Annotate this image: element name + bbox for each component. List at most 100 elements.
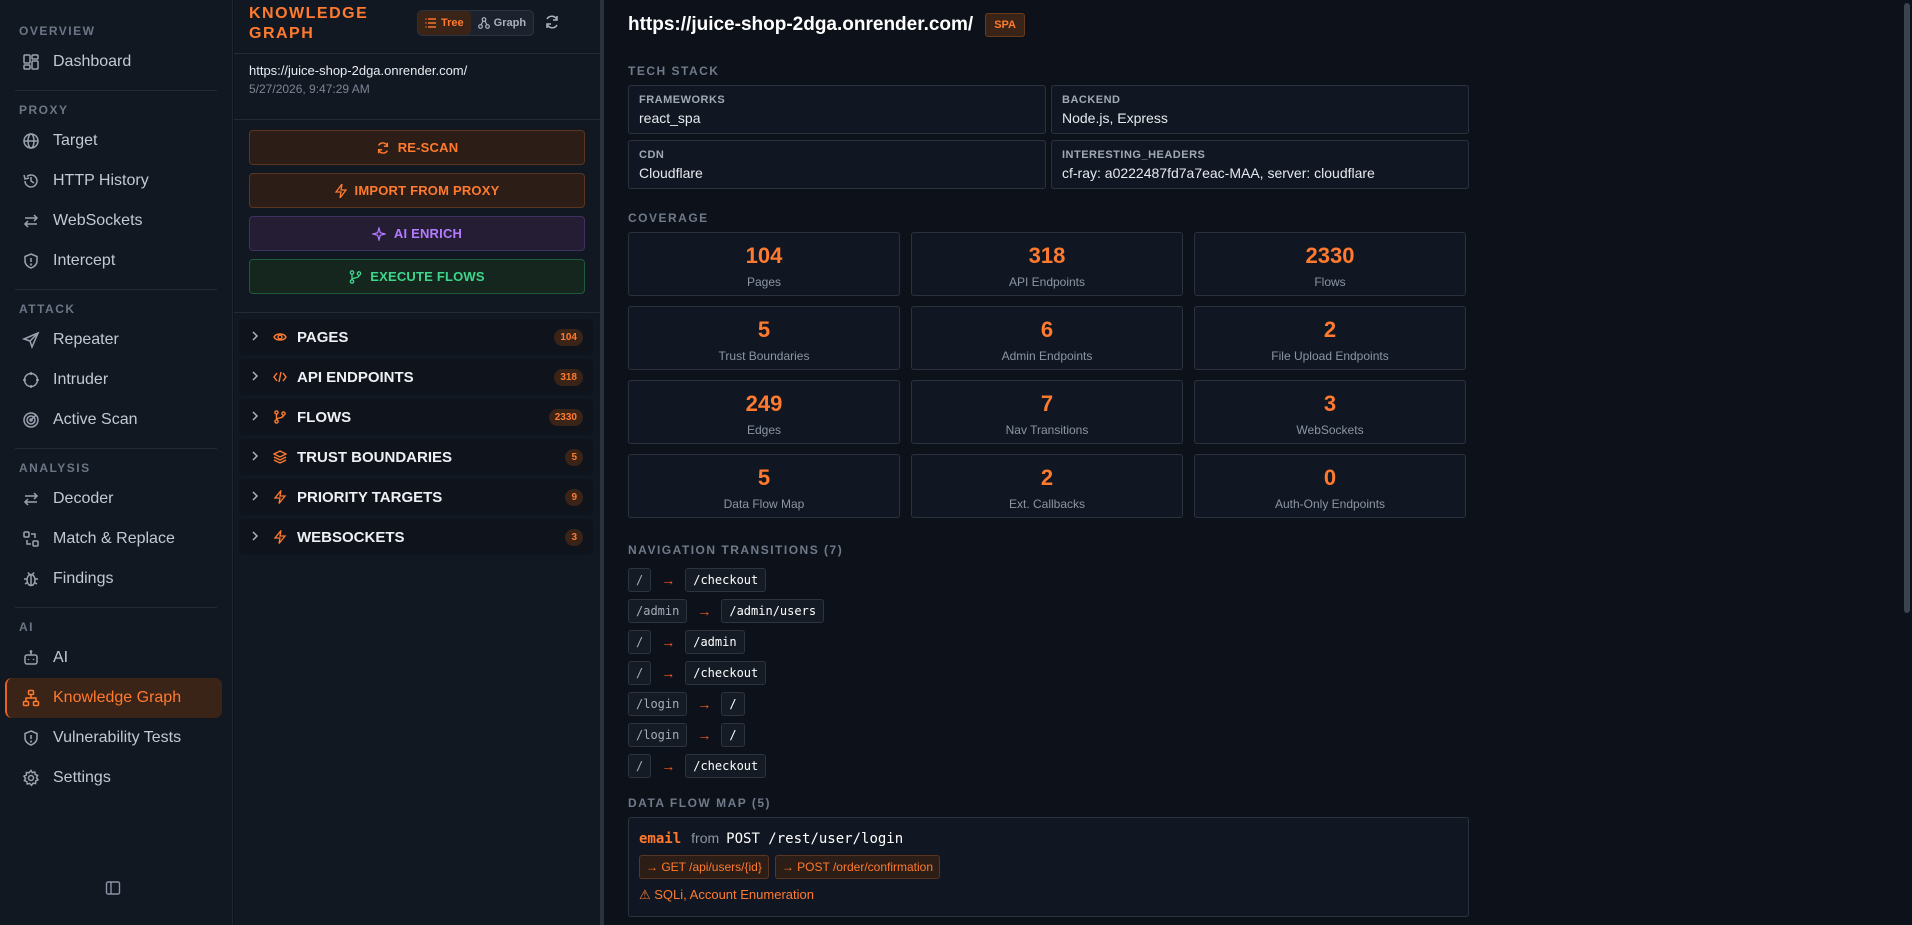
arrow-right-icon: → xyxy=(697,602,712,619)
nav-transition: /login → / xyxy=(628,719,1898,750)
sidebar-item-ai[interactable]: AI xyxy=(5,638,222,678)
scrollbar-thumb[interactable] xyxy=(1904,3,1910,613)
coverage-card-api-endpoints: 318 API Endpoints xyxy=(911,232,1183,296)
sidebar-item-label: Active Scan xyxy=(53,411,138,428)
tree-node-priority-targets[interactable]: PRIORITY TARGETS 9 xyxy=(239,479,593,515)
sidebar-item-intercept[interactable]: Intercept xyxy=(5,241,222,281)
tech-value: Cloudflare xyxy=(639,165,703,181)
tree-view-button[interactable]: Tree xyxy=(418,11,471,35)
nav-to-path: /checkout xyxy=(685,567,767,592)
flow-sink: → GET /api/users/{id} xyxy=(639,855,769,879)
sidebar-item-settings[interactable]: Settings xyxy=(5,758,222,798)
nav-transition: / → /admin xyxy=(628,626,1898,657)
sidebar-divider xyxy=(15,448,217,449)
coverage-label: Trust Boundaries xyxy=(718,349,810,363)
flow-source: POST /rest/user/login xyxy=(726,831,904,847)
send-icon xyxy=(21,330,41,350)
nav-to-path: / xyxy=(721,691,745,716)
coverage-count: 0 xyxy=(1323,465,1337,490)
coverage-label: Auth-Only Endpoints xyxy=(1274,497,1386,511)
nav-transition: / → /checkout xyxy=(628,657,1898,688)
import-from-proxy-button[interactable]: IMPORT FROM PROXY xyxy=(249,173,585,208)
chevron-right-icon xyxy=(251,328,263,346)
graph-view-button[interactable]: Graph xyxy=(471,11,533,35)
coverage-label: Admin Endpoints xyxy=(1001,349,1093,363)
data-flow-card[interactable]: email from POST /rest/user/login → GET /… xyxy=(628,817,1469,917)
tree-node-api-endpoints[interactable]: API ENDPOINTS 318 xyxy=(239,359,593,395)
execute-flows-label: EXECUTE FLOWS xyxy=(370,269,485,284)
nav-to-path: /admin/users xyxy=(721,598,825,623)
sidebar-item-intruder[interactable]: Intruder xyxy=(5,360,222,400)
nav-transition: / → /checkout xyxy=(628,750,1898,781)
nav-transitions-title: NAVIGATION TRANSITIONS (7) xyxy=(628,543,844,557)
execute-flows-button[interactable]: EXECUTE FLOWS xyxy=(249,259,585,294)
bug-icon xyxy=(21,569,41,589)
refresh-icon[interactable] xyxy=(544,14,560,30)
sparkle-icon xyxy=(371,226,386,241)
tree-node-label: FLOWS xyxy=(297,408,352,426)
coverage-count: 3 xyxy=(1323,391,1337,416)
coverage-count: 2 xyxy=(1323,317,1337,342)
rescan-button[interactable]: RE-SCAN xyxy=(249,130,585,165)
chevron-right-icon xyxy=(251,528,263,546)
coverage-card-websockets: 3 WebSockets xyxy=(1194,380,1466,444)
tree-node-count: 5 xyxy=(565,448,583,466)
tree-node-websockets[interactable]: WEBSOCKETS 3 xyxy=(239,519,593,555)
coverage-count: 2330 xyxy=(1305,243,1355,268)
sidebar-item-label: Findings xyxy=(53,570,114,587)
sidebar-heading: PROXY xyxy=(19,103,69,117)
tree-node-label: PRIORITY TARGETS xyxy=(297,488,443,506)
sidebar-item-label: Vulnerability Tests xyxy=(53,729,182,746)
gear-icon xyxy=(21,768,41,788)
tree-node-label: PAGES xyxy=(297,328,349,346)
ai-enrich-button[interactable]: AI ENRICH xyxy=(249,216,585,251)
tree-view-label: Tree xyxy=(441,17,464,29)
nav-from-path: /admin xyxy=(628,598,688,623)
tech-card-interesting-headers: INTERESTING_HEADERS cf-ray: a0222487fd7a… xyxy=(1051,140,1469,189)
arrow-right-icon: → xyxy=(697,726,712,743)
collapse-sidebar-icon[interactable] xyxy=(105,880,123,898)
sidebar-divider xyxy=(15,607,217,608)
sidebar-item-websockets[interactable]: WebSockets xyxy=(5,201,222,241)
sidebar-item-findings[interactable]: Findings xyxy=(5,559,222,599)
coverage-label: API Endpoints xyxy=(1008,275,1086,289)
code-icon xyxy=(273,370,289,384)
sidebar-item-target[interactable]: Target xyxy=(5,121,222,161)
sidebar-item-label: Decoder xyxy=(53,490,114,507)
sidebar-divider xyxy=(15,90,217,91)
tree-node-count: 318 xyxy=(554,368,583,386)
coverage-card-nav-transitions: 7 Nav Transitions xyxy=(911,380,1183,444)
nav-transition: /admin → /admin/users xyxy=(628,595,1898,626)
sidebar-item-label: Target xyxy=(53,132,98,149)
tech-value: Node.js, Express xyxy=(1062,110,1168,126)
coverage-title: COVERAGE xyxy=(628,211,709,225)
tree-node-flows[interactable]: FLOWS 2330 xyxy=(239,399,593,435)
graph-icon xyxy=(477,17,490,29)
branch-icon xyxy=(273,410,289,424)
bot-icon xyxy=(21,648,41,668)
sidebar-item-decoder[interactable]: Decoder xyxy=(5,479,222,519)
tree-node-trust-boundaries[interactable]: TRUST BOUNDARIES 5 xyxy=(239,439,593,475)
scan-date: 5/27/2026, 9:47:29 AM xyxy=(249,82,370,96)
sidebar-item-match-replace[interactable]: Match & Replace xyxy=(5,519,222,559)
sidebar-item-repeater[interactable]: Repeater xyxy=(5,320,222,360)
list-icon xyxy=(425,18,436,28)
sidebar-item-knowledge-graph[interactable]: Knowledge Graph xyxy=(5,678,222,718)
sidebar-item-http-history[interactable]: HTTP History xyxy=(5,161,222,201)
flow-header: email from POST /rest/user/login xyxy=(639,830,1458,847)
coverage-card-file-upload-endpoints: 2 File Upload Endpoints xyxy=(1194,306,1466,370)
sidebar-item-vulnerability-tests[interactable]: Vulnerability Tests xyxy=(5,718,222,758)
swap-icon xyxy=(21,489,41,509)
coverage-count: 104 xyxy=(745,243,783,268)
sidebar-item-dashboard[interactable]: Dashboard xyxy=(5,42,222,82)
nav-transition: / → /checkout xyxy=(628,564,1898,595)
nav-from-path: / xyxy=(628,567,652,592)
main-scrollbar[interactable] xyxy=(1900,0,1912,925)
tree-node-pages[interactable]: PAGES 104 xyxy=(239,319,593,355)
sidebar-item-active-scan[interactable]: Active Scan xyxy=(5,400,222,440)
coverage-label: Flows xyxy=(1314,275,1346,289)
sidebar-heading: OVERVIEW xyxy=(19,24,96,38)
coverage-label: Edges xyxy=(746,423,782,437)
knowledge-graph-panel: KNOWLEDGE GRAPH Tree Graph https://juice… xyxy=(234,0,604,925)
tree-node-count: 104 xyxy=(554,328,583,346)
